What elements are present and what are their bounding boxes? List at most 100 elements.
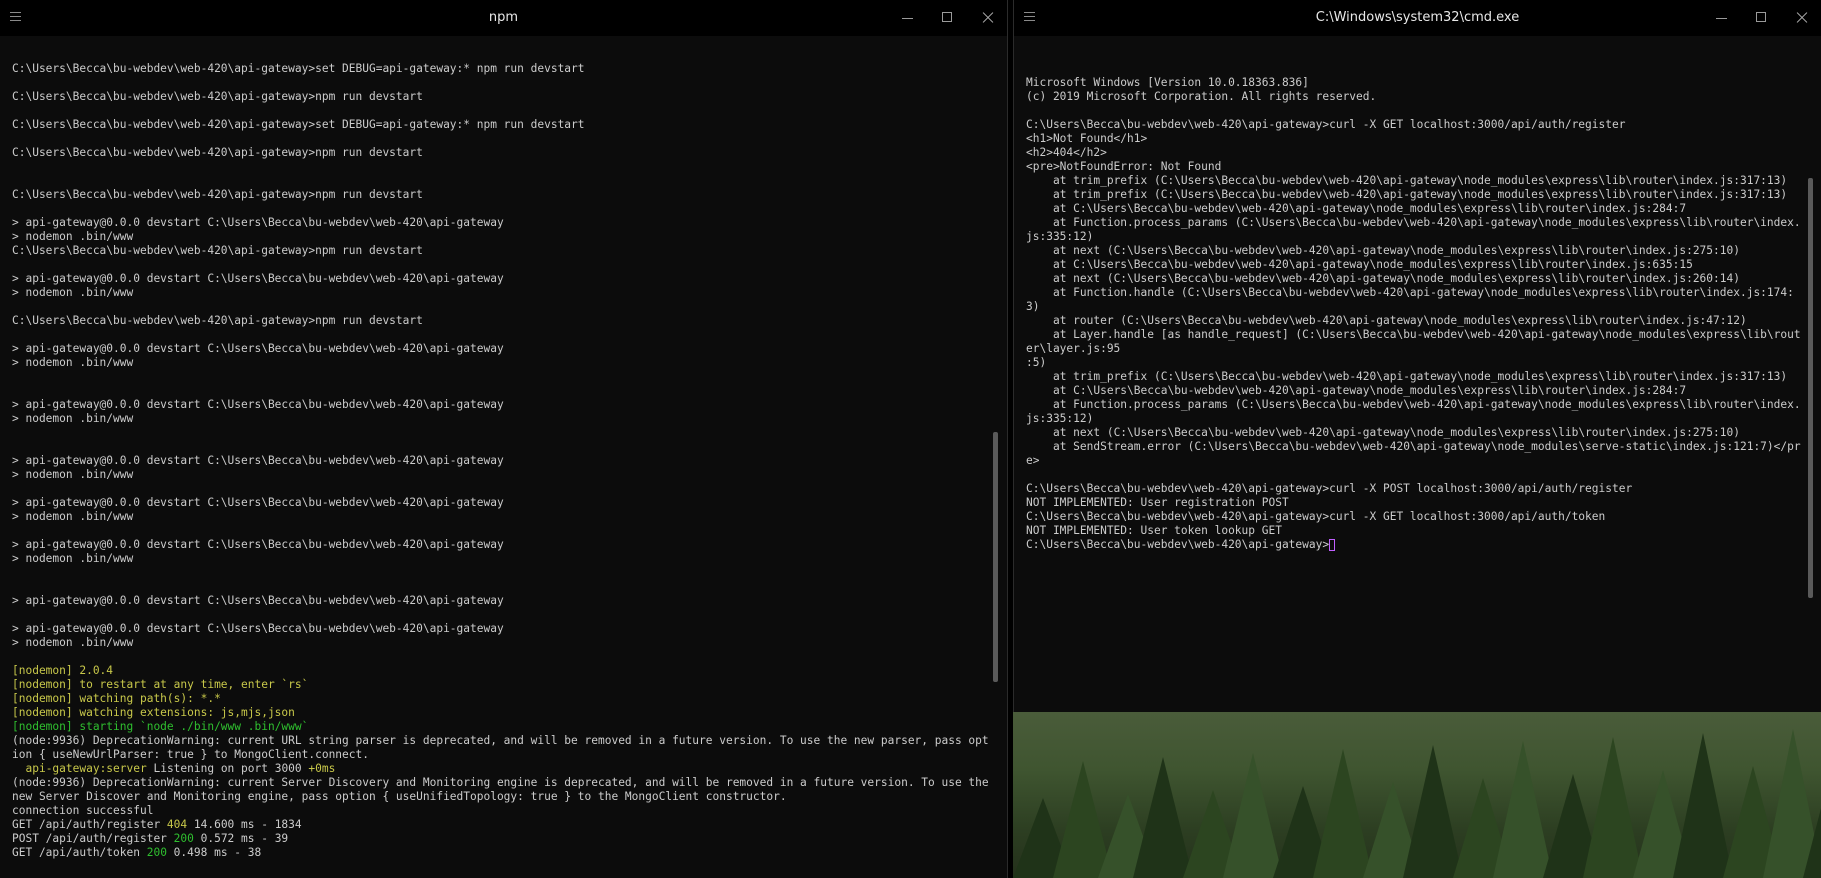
terminal-line: at router (C:\Users\Becca\bu-webdev\web-… (1026, 314, 1807, 328)
line-text: > api-gateway@0.0.0 devstart C:\Users\Be… (12, 622, 504, 635)
window-title: npm (488, 10, 519, 25)
terminal-line: [nodemon] to restart at any time, enter … (12, 678, 993, 692)
line-text: > api-gateway@0.0.0 devstart C:\Users\Be… (12, 594, 504, 607)
line-text: > nodemon .bin/www (12, 552, 134, 565)
terminal-line: at trim_prefix (C:\Users\Becca\bu-webdev… (1026, 174, 1807, 188)
line-text: at router (C:\Users\Becca\bu-webdev\web-… (1026, 314, 1747, 327)
terminal-line: GET /api/auth/token 200 0.498 ms - 38 (12, 846, 993, 860)
terminal-line: api-gateway:server Listening on port 300… (12, 762, 993, 776)
line-text: [nodemon] watching extensions: js,mjs,js… (12, 706, 295, 719)
close-icon[interactable] (967, 0, 1007, 36)
terminal-line: at next (C:\Users\Becca\bu-webdev\web-42… (1026, 272, 1807, 286)
line-segment: 14.600 ms - 1834 (187, 818, 302, 831)
terminal-line: [nodemon] watching path(s): *.* (12, 692, 993, 706)
terminal-line: C:\Users\Becca\bu-webdev\web-420\api-gat… (12, 90, 993, 104)
line-text: > nodemon .bin/www (12, 636, 134, 649)
line-text: > api-gateway@0.0.0 devstart C:\Users\Be… (12, 398, 504, 411)
npm-terminal-window[interactable]: npm C:\Users\Becca\bu-webdev\web-420\api… (0, 0, 1008, 878)
maximize-icon[interactable] (1741, 0, 1781, 36)
terminal-line: [nodemon] 2.0.4 (12, 664, 993, 678)
line-text: C:\Users\Becca\bu-webdev\web-420\api-gat… (12, 90, 423, 103)
line-segment: +0ms (308, 762, 336, 775)
line-segment: 200 (146, 846, 167, 859)
terminal-line: C:\Users\Becca\bu-webdev\web-420\api-gat… (12, 146, 993, 160)
line-text: C:\Users\Becca\bu-webdev\web-420\api-gat… (12, 146, 423, 159)
line-text: C:\Users\Becca\bu-webdev\web-420\api-gat… (1026, 118, 1626, 131)
terminal-output[interactable]: C:\Users\Becca\bu-webdev\web-420\api-gat… (12, 62, 993, 862)
minimize-icon[interactable] (887, 0, 927, 36)
line-text: C:\Users\Becca\bu-webdev\web-420\api-gat… (12, 314, 423, 327)
terminal-line: > nodemon .bin/www (12, 286, 993, 300)
line-text: > nodemon .bin/www (12, 286, 134, 299)
line-segment: 200 (173, 832, 194, 845)
terminal-line: C:\Users\Becca\bu-webdev\web-420\api-gat… (1026, 510, 1807, 524)
line-text: C:\Users\Becca\bu-webdev\web-420\api-gat… (12, 244, 423, 257)
line-text: > api-gateway@0.0.0 devstart C:\Users\Be… (12, 216, 504, 229)
terminal-line: at Function.process_params (C:\Users\Bec… (1026, 216, 1807, 244)
close-icon[interactable] (1781, 0, 1821, 36)
line-segment: 404 (166, 818, 188, 831)
line-text: > api-gateway@0.0.0 devstart C:\Users\Be… (12, 342, 504, 355)
terminal-output[interactable]: Microsoft Windows [Version 10.0.18363.83… (1026, 76, 1807, 551)
line-text: [nodemon] to restart at any time, enter … (12, 678, 309, 691)
terminal-line: > nodemon .bin/www (12, 356, 993, 370)
terminal-line: <h1>Not Found</h1> (1026, 132, 1807, 146)
minimize-icon[interactable] (1701, 0, 1741, 36)
line-text: at C:\Users\Becca\bu-webdev\web-420\api-… (1026, 202, 1687, 215)
line-text: C:\Users\Becca\bu-webdev\web-420\api-gat… (1026, 482, 1633, 495)
maximize-icon[interactable] (927, 0, 967, 36)
terminal-line: [nodemon] watching extensions: js,mjs,js… (12, 706, 993, 720)
terminal-line: C:\Users\Becca\bu-webdev\web-420\api-gat… (1026, 482, 1807, 496)
line-text: Microsoft Windows [Version 10.0.18363.83… (1026, 76, 1309, 89)
title-bar[interactable]: C:\Windows\system32\cmd.exe (1014, 0, 1821, 36)
terminal-line: > nodemon .bin/www (12, 636, 993, 650)
line-text: at next (C:\Users\Becca\bu-webdev\web-42… (1026, 426, 1740, 439)
terminal-line: at SendStream.error (C:\Users\Becca\bu-w… (1026, 440, 1807, 468)
line-segment: 0.498 ms - 38 (166, 846, 262, 859)
terminal-line: > api-gateway@0.0.0 devstart C:\Users\Be… (12, 622, 993, 636)
terminal-line: > api-gateway@0.0.0 devstart C:\Users\Be… (12, 342, 993, 356)
terminal-line: :5) (1026, 356, 1807, 370)
terminal-line: C:\Users\Becca\bu-webdev\web-420\api-gat… (12, 314, 993, 328)
line-text: C:\Users\Becca\bu-webdev\web-420\api-gat… (12, 188, 423, 201)
window-title: C:\Windows\system32\cmd.exe (1315, 10, 1520, 25)
line-text: > nodemon .bin/www (12, 468, 134, 481)
tree-shape (1803, 762, 1821, 878)
cmd-window[interactable]: C:\Windows\system32\cmd.exe Microsoft Wi… (1013, 0, 1821, 712)
line-text: NOT IMPLEMENTED: User token lookup GET (1026, 524, 1282, 537)
terminal-line: at Layer.handle [as handle_request] (C:\… (1026, 328, 1807, 356)
line-text: (c) 2019 Microsoft Corporation. All righ… (1026, 90, 1377, 103)
scrollbar[interactable] (1808, 178, 1813, 598)
scrollbar[interactable] (993, 432, 998, 682)
line-text: > api-gateway@0.0.0 devstart C:\Users\Be… (12, 272, 504, 285)
terminal-line: at trim_prefix (C:\Users\Becca\bu-webdev… (1026, 188, 1807, 202)
line-text: at next (C:\Users\Becca\bu-webdev\web-42… (1026, 272, 1740, 285)
terminal-line: NOT IMPLEMENTED: User registration POST (1026, 496, 1807, 510)
terminal-line: at C:\Users\Becca\bu-webdev\web-420\api-… (1026, 258, 1807, 272)
terminal-line: [nodemon] starting `node ./bin/www .bin/… (12, 720, 993, 734)
terminal-line: > api-gateway@0.0.0 devstart C:\Users\Be… (12, 594, 993, 608)
line-text: at trim_prefix (C:\Users\Becca\bu-webdev… (1026, 370, 1788, 383)
terminal-line: (node:9936) DeprecationWarning: current … (12, 776, 993, 804)
terminal-line: > nodemon .bin/www (12, 552, 993, 566)
line-text: at C:\Users\Becca\bu-webdev\web-420\api-… (1026, 384, 1687, 397)
line-text: at next (C:\Users\Becca\bu-webdev\web-42… (1026, 244, 1740, 257)
line-text: C:\Users\Becca\bu-webdev\web-420\api-gat… (1026, 538, 1330, 551)
line-text: at trim_prefix (C:\Users\Becca\bu-webdev… (1026, 174, 1788, 187)
terminal-line: > api-gateway@0.0.0 devstart C:\Users\Be… (12, 496, 993, 510)
title-bar[interactable]: npm (0, 0, 1007, 36)
line-text: > nodemon .bin/www (12, 356, 134, 369)
terminal-line: GET /api/auth/register 404 14.600 ms - 1… (12, 818, 993, 832)
terminal-line: at Function.handle (C:\Users\Becca\bu-we… (1026, 286, 1807, 314)
line-segment: POST /api/auth/register (12, 832, 174, 845)
